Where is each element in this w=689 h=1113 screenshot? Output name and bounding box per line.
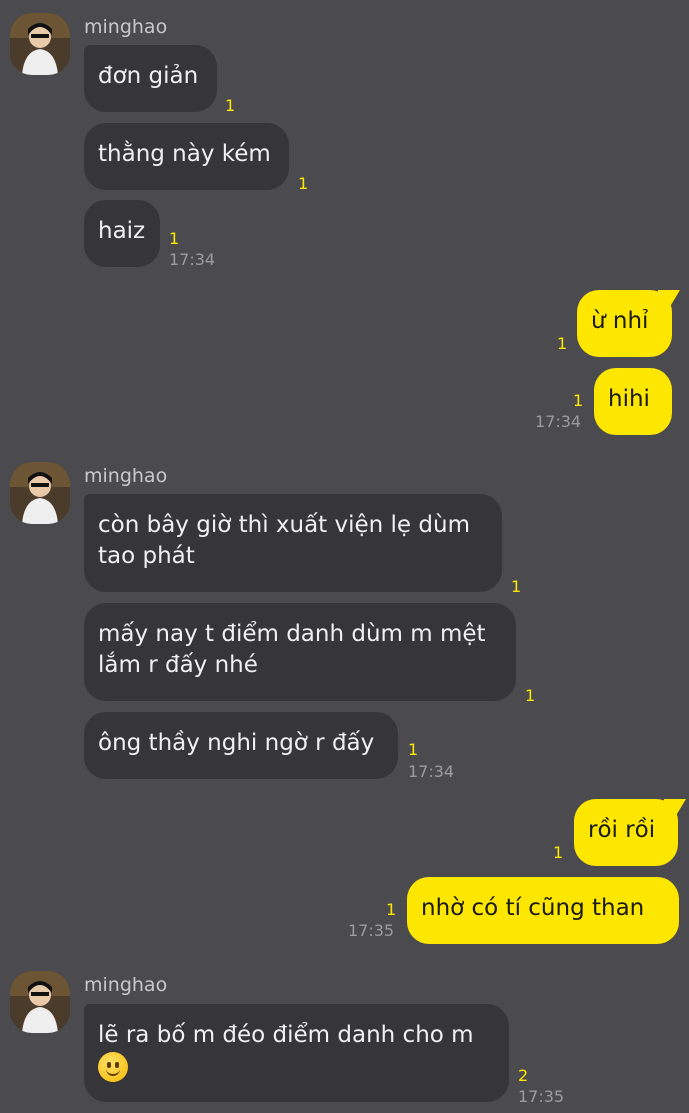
timestamp: 17:34	[169, 250, 216, 269]
message-text: hihi	[608, 386, 650, 412]
message-bubble[interactable]: lẽ ra bố m đéo điểm danh cho m	[84, 1004, 509, 1102]
message-bubble[interactable]: nhờ có tí cũng than	[407, 877, 679, 944]
sender-name: minghao	[84, 465, 168, 487]
unread-count: 1	[225, 96, 236, 115]
unread-count: 1	[573, 391, 584, 410]
message-bubble[interactable]: haiz	[84, 200, 160, 267]
message-bubble[interactable]: còn bây giờ thì xuất viện lẹ dùm tao phá…	[84, 494, 502, 592]
message-text: ông thầy nghi ngờ r đấy	[98, 730, 375, 756]
message-text: thằng này kém	[98, 141, 271, 167]
unread-count: 1	[169, 229, 180, 248]
unread-count: 1	[408, 740, 419, 759]
avatar[interactable]	[10, 462, 70, 524]
message-bubble[interactable]: ông thầy nghi ngờ r đấy	[84, 712, 398, 779]
message-text: mấy nay t điểm danh dùm m mệt lắm r đấy …	[98, 621, 486, 678]
message-text: haiz	[98, 218, 146, 244]
avatar[interactable]	[10, 13, 70, 75]
message-bubble[interactable]: mấy nay t điểm danh dùm m mệt lắm r đấy …	[84, 603, 516, 701]
message-bubble[interactable]: hihi	[594, 368, 672, 435]
message-text: nhờ có tí cũng than	[421, 895, 645, 921]
unread-count: 1	[553, 843, 564, 862]
message-text: còn bây giờ thì xuất viện lẹ dùm tao phá…	[98, 512, 470, 569]
timestamp: 17:35	[518, 1087, 565, 1106]
unread-count: 2	[518, 1066, 529, 1085]
unread-count: 1	[386, 900, 397, 919]
message-bubble[interactable]: đơn giản	[84, 45, 217, 112]
unread-count: 1	[525, 686, 536, 705]
message-bubble[interactable]: thằng này kém	[84, 123, 289, 190]
message-text: ừ nhỉ	[591, 308, 649, 334]
message-text: đơn giản	[98, 63, 199, 89]
timestamp: 17:34	[535, 412, 582, 431]
avatar[interactable]	[10, 971, 70, 1033]
message-bubble[interactable]: ừ nhỉ	[577, 290, 680, 357]
message-text: lẽ ra bố m đéo điểm danh cho m	[98, 1022, 474, 1048]
unread-count: 1	[557, 334, 568, 353]
timestamp: 17:35	[348, 921, 395, 940]
bubble-tail	[658, 290, 680, 312]
unread-count: 1	[298, 174, 309, 193]
message-bubble[interactable]: rồi rồi	[574, 799, 686, 866]
sender-name: minghao	[84, 974, 168, 996]
unread-count: 1	[511, 577, 522, 596]
timestamp: 17:34	[408, 762, 455, 781]
slightly-smiling-face-icon	[98, 1051, 128, 1082]
message-text: rồi rồi	[588, 817, 656, 843]
bubble-tail	[664, 799, 686, 821]
sender-name: minghao	[84, 16, 168, 38]
